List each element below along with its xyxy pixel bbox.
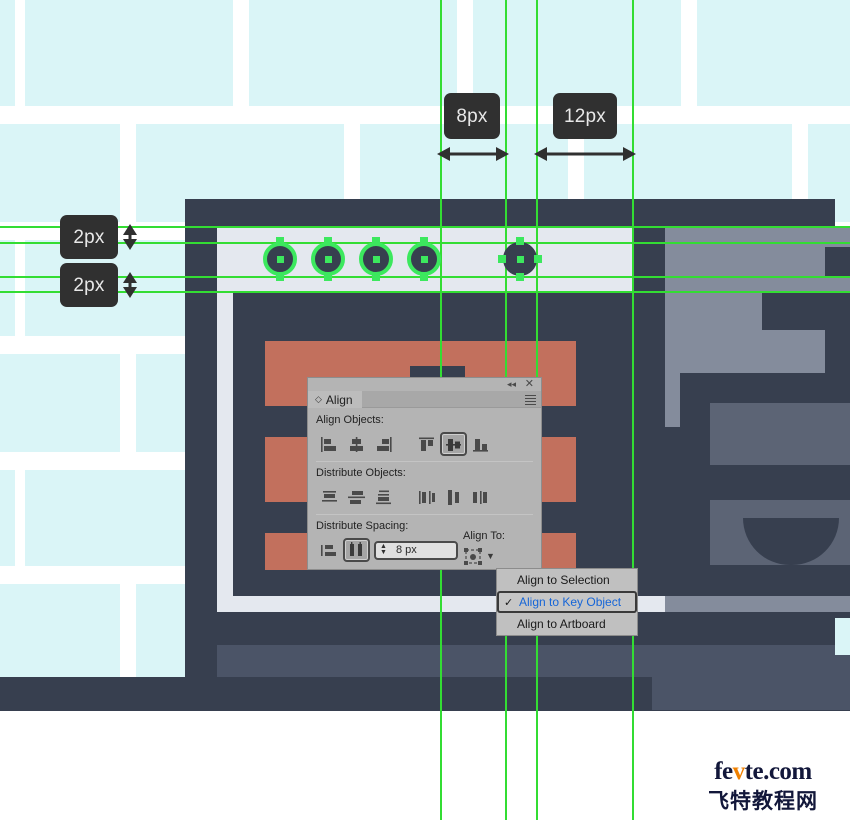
measurement-chip-8px: 8px [444, 93, 500, 139]
appliance-top-panel [665, 227, 850, 292]
watermark-pre: fe [714, 758, 733, 785]
appliance-base-strip [665, 596, 850, 612]
anchor-handle-bottom[interactable] [324, 273, 332, 281]
panel-divider [316, 461, 533, 462]
measurement-arrow-8px [437, 147, 509, 161]
panel-tabbar: ◇ Align [308, 391, 541, 408]
anchor-handle-top[interactable] [420, 237, 428, 245]
tab-align-label: Align [325, 392, 353, 407]
selected-circle-4[interactable] [407, 237, 441, 281]
measurement-chip-12px: 12px [553, 93, 617, 139]
menu-item-align-to-selection[interactable]: Align to Selection [497, 569, 637, 591]
align-bottom-button[interactable] [467, 432, 494, 456]
tab-align[interactable]: ◇ Align [308, 391, 362, 408]
menu-item-label: Align to Key Object [519, 595, 622, 609]
center-anchor [517, 256, 524, 263]
floor-block [652, 655, 850, 710]
cabinet-recess-lip [345, 292, 495, 312]
menu-item-align-to-artboard[interactable]: Align to Artboard [497, 613, 637, 635]
selected-circle-1[interactable] [263, 237, 297, 281]
collapse-icon[interactable]: ◂◂ [507, 380, 516, 389]
align-to-dropdown-menu[interactable]: Align to Selection ✓ Align to Key Object… [496, 568, 638, 636]
align-to-dropdown-button[interactable]: ▼ [463, 546, 499, 566]
distribute-horizontal-left-button[interactable] [413, 485, 440, 509]
anchor-handle-top[interactable] [516, 237, 524, 245]
watermark-v: v [732, 758, 746, 785]
close-icon[interactable]: ✕ [525, 379, 534, 390]
align-vertical-center-button[interactable] [440, 432, 467, 456]
anchor-handle-bottom[interactable] [276, 273, 284, 281]
appliance-cut [762, 292, 850, 330]
menu-item-label: Align to Selection [517, 573, 610, 587]
vertical-guide [632, 0, 634, 820]
selected-circle-3[interactable] [359, 237, 393, 281]
measurement-arrow-12px [534, 147, 636, 161]
spacing-stepper[interactable]: ▲ ▼ 8 px [374, 540, 458, 560]
distribute-objects-row [316, 484, 533, 510]
watermark: fevte.com 飞特教程网 [683, 758, 843, 815]
spacing-input[interactable]: 8 px [391, 544, 417, 556]
align-panel[interactable]: ◂◂ ✕ ◇ Align Align Objects: Distribute O… [307, 377, 542, 570]
center-anchor [421, 256, 428, 263]
distribute-horizontal-space-button[interactable] [343, 538, 370, 562]
align-right-button[interactable] [370, 432, 397, 456]
align-top-button[interactable] [413, 432, 440, 456]
anchor-handle-top[interactable] [372, 237, 380, 245]
appliance-notch [633, 227, 665, 247]
align-objects-label: Align Objects: [316, 414, 384, 426]
measurement-arrow-2px-bottom [123, 272, 137, 298]
stepper-down-icon[interactable]: ▼ [380, 549, 387, 556]
measurement-chip-2px-top: 2px [60, 215, 118, 259]
align-to-section: Align To: ▼ [463, 530, 535, 566]
checkmark-icon: ✓ [504, 596, 514, 609]
anchor-handle-bottom[interactable] [420, 273, 428, 281]
align-objects-row [316, 431, 533, 457]
screenshot-root: 8px 12px 2px 2px ◂◂ ✕ ◇ Align Align Obje… [0, 0, 850, 820]
panel-titlebar: ◂◂ ✕ [308, 378, 541, 391]
distribute-horizontal-right-button[interactable] [467, 485, 494, 509]
center-anchor [373, 256, 380, 263]
kitchen-illustration [0, 0, 850, 712]
distribute-vertical-space-button[interactable] [316, 538, 343, 562]
chevron-down-icon[interactable]: ▼ [486, 551, 495, 561]
watermark-domain: fevte.com [683, 758, 843, 786]
anchor-handle-top[interactable] [324, 237, 332, 245]
measurement-chip-2px-bottom: 2px [60, 263, 118, 307]
distribute-vertical-top-button[interactable] [316, 485, 343, 509]
distribute-objects-label: Distribute Objects: [316, 467, 406, 479]
align-to-label: Align To: [463, 530, 505, 542]
appliance-notch [633, 277, 665, 292]
anchor-handle-bottom[interactable] [516, 273, 524, 281]
center-anchor [325, 256, 332, 263]
oven-window-upper [710, 403, 850, 465]
anchor-handle-bottom[interactable] [372, 273, 380, 281]
center-anchor [277, 256, 284, 263]
anchor-handle-left[interactable] [498, 255, 506, 263]
panel-left-edge [217, 227, 233, 612]
measurement-arrow-2px-top [123, 224, 137, 250]
anchor-handle-top[interactable] [276, 237, 284, 245]
appliance-cut [825, 330, 850, 375]
selected-circle-2[interactable] [311, 237, 345, 281]
distribute-vertical-bottom-button[interactable] [370, 485, 397, 509]
stepper-arrows-icon[interactable]: ▲ ▼ [376, 543, 391, 556]
appliance-notch [825, 247, 850, 277]
align-horizontal-center-button[interactable] [343, 432, 370, 456]
watermark-post: te.com [744, 758, 813, 785]
align-to-key-object-icon [464, 547, 482, 565]
distribute-horizontal-center-button[interactable] [440, 485, 467, 509]
hamburger-icon[interactable] [525, 395, 536, 407]
anchor-handle-right[interactable] [534, 255, 542, 263]
align-left-button[interactable] [316, 432, 343, 456]
menu-item-align-to-key-object[interactable]: ✓ Align to Key Object [497, 591, 637, 613]
panel-divider [316, 514, 533, 515]
watermark-chinese: 飞特教程网 [708, 789, 818, 813]
tab-grip-icon: ◇ [315, 394, 322, 404]
menu-item-label: Align to Artboard [517, 617, 606, 631]
distribute-vertical-center-button[interactable] [343, 485, 370, 509]
appliance-notch [633, 247, 665, 277]
key-object-circle[interactable] [498, 237, 542, 281]
